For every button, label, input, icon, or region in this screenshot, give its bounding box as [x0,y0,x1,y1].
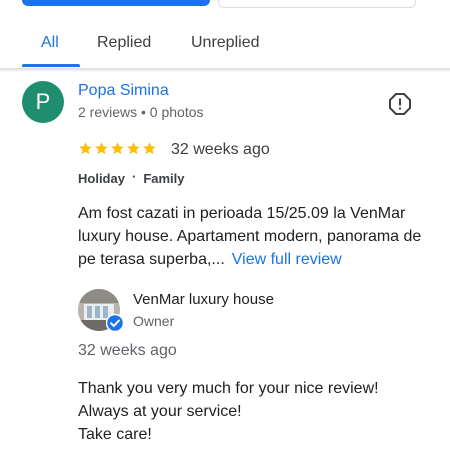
star-icon [95,142,108,155]
secondary-action-button[interactable] [218,0,416,8]
tab-replied[interactable]: Replied [97,34,151,52]
review-time: 32 weeks ago [171,141,270,158]
top-action-bar [0,0,450,10]
reviewer-avatar[interactable]: P [22,81,64,123]
review-tags: Holiday · Family [78,169,185,186]
star-rating [78,141,158,159]
primary-action-button[interactable] [22,0,210,6]
tab-all[interactable]: All [41,34,59,52]
star-icon [79,142,92,155]
reply-line: Always at your service! [78,403,242,420]
tag-travel-group: Family [143,171,185,186]
view-full-review-link[interactable]: View full review [232,251,342,268]
reply-line: Thank you very much for your nice review… [78,380,379,397]
owner-reply-text: Thank you very much for your nice review… [78,377,438,446]
reply-time: 32 weeks ago [78,342,177,359]
reviewer-name[interactable]: Popa Simina [78,82,169,100]
tag-separator: · [131,169,137,184]
owner-role: Owner [133,313,175,329]
star-icon [127,142,140,155]
reply-line: Take care! [78,426,152,443]
tabs-divider-shadow [0,69,450,72]
review-body: Am fost cazati in perioada 15/25.09 la V… [78,202,438,271]
active-tab-indicator [22,64,80,67]
verified-badge-icon [106,314,124,332]
reviewer-meta: 2 reviews • 0 photos [78,104,204,120]
review-filter-tabs: All Replied Unreplied [0,22,450,69]
tag-trip-type: Holiday [78,171,125,186]
star-icon [143,142,156,155]
report-flag-icon[interactable] [388,92,412,116]
tab-unreplied[interactable]: Unreplied [191,34,259,52]
owner-name: VenMar luxury house [133,291,274,308]
star-icon [111,142,124,155]
